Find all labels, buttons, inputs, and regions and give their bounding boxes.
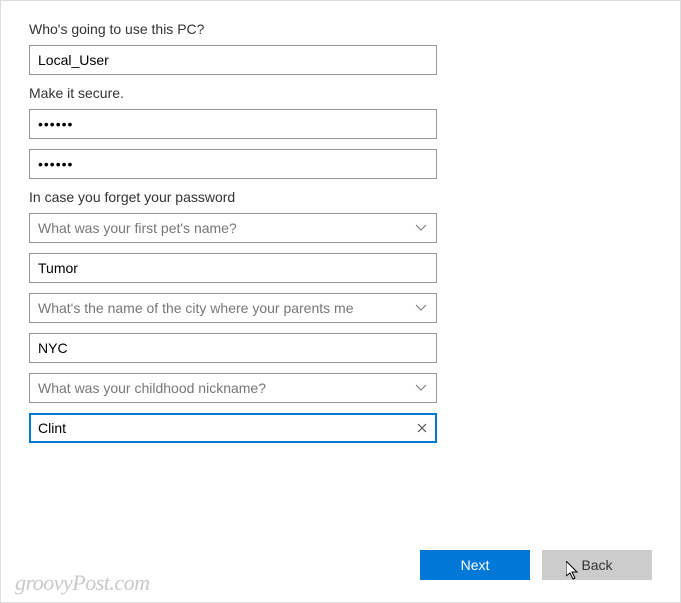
- username-input[interactable]: [29, 45, 437, 75]
- security-answer-2-input[interactable]: [29, 333, 437, 363]
- security-question-3-text: What was your childhood nickname?: [29, 373, 437, 403]
- security-question-2-text: What's the name of the city where your p…: [29, 293, 437, 323]
- security-answer-3-input[interactable]: [29, 413, 437, 443]
- security-question-1-text: What was your first pet's name?: [29, 213, 437, 243]
- security-question-2-select[interactable]: What's the name of the city where your p…: [29, 293, 437, 323]
- confirm-password-input[interactable]: [29, 149, 437, 179]
- clear-input-button[interactable]: [413, 419, 431, 437]
- password-input[interactable]: [29, 109, 437, 139]
- username-label: Who's going to use this PC?: [29, 21, 652, 37]
- close-icon: [417, 423, 427, 433]
- back-button[interactable]: Back: [542, 550, 652, 580]
- security-answer-1-input[interactable]: [29, 253, 437, 283]
- security-question-3-select[interactable]: What was your childhood nickname?: [29, 373, 437, 403]
- next-button[interactable]: Next: [420, 550, 530, 580]
- security-questions-label: In case you forget your password: [29, 189, 652, 205]
- secure-label: Make it secure.: [29, 85, 652, 101]
- security-question-1-select[interactable]: What was your first pet's name?: [29, 213, 437, 243]
- watermark-text: groovyPost.com: [15, 570, 150, 596]
